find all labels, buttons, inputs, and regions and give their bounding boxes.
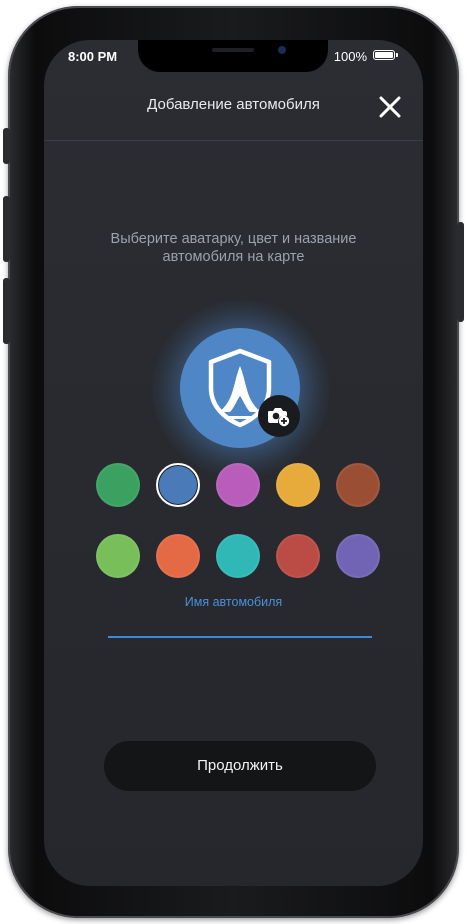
volume-down-button: [3, 278, 10, 344]
color-swatch-amber[interactable]: [276, 463, 320, 507]
car-name-input[interactable]: [108, 606, 372, 638]
speaker: [212, 48, 254, 52]
mute-switch: [3, 128, 10, 164]
battery-percent: 100%: [333, 49, 367, 64]
notch: [138, 40, 328, 72]
color-swatch-brown[interactable]: [336, 463, 380, 507]
page-title: Добавление автомобиля: [147, 96, 320, 113]
color-swatch-blue[interactable]: [156, 463, 200, 507]
header: Добавление автомобиля: [44, 76, 423, 141]
continue-button[interactable]: Продолжить: [104, 741, 376, 791]
color-swatch-orange[interactable]: [156, 534, 200, 578]
color-swatch-red[interactable]: [276, 534, 320, 578]
color-swatch-magenta[interactable]: [216, 463, 260, 507]
phone-screen: 8:00 PM 100% Добавление автомобиля Выбер…: [44, 40, 423, 886]
color-swatch-teal[interactable]: [216, 534, 260, 578]
color-swatch-green[interactable]: [96, 463, 140, 507]
power-button: [457, 222, 464, 322]
front-camera: [278, 46, 286, 54]
camera-plus-icon[interactable]: [258, 395, 300, 437]
color-swatch-light-green[interactable]: [96, 534, 140, 578]
color-swatch-violet[interactable]: [336, 534, 380, 578]
battery-icon: [373, 50, 398, 60]
volume-up-button: [3, 196, 10, 262]
close-icon[interactable]: [377, 94, 403, 120]
status-time: 8:00 PM: [68, 49, 118, 64]
instruction-text: Выберите аватарку, цвет и название автом…: [110, 231, 357, 265]
